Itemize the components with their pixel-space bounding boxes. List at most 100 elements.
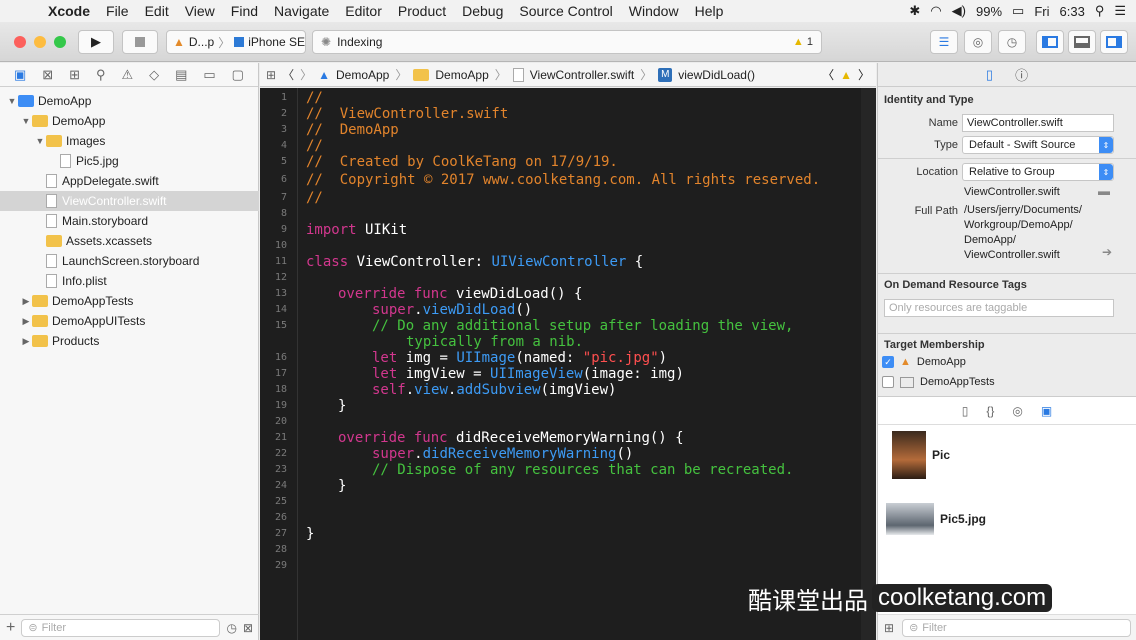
close-window-button[interactable] xyxy=(14,36,26,48)
symbol-tab-icon[interactable]: ⊞ xyxy=(69,67,80,83)
menu-view[interactable]: View xyxy=(177,3,223,19)
issue-warning-icon[interactable]: ▲ xyxy=(840,68,852,82)
menu-window[interactable]: Window xyxy=(621,3,687,19)
menu-app[interactable]: Xcode xyxy=(40,3,98,19)
line-number: 13 xyxy=(274,288,287,299)
scheme-selector[interactable]: ▲ D...p 〉 iPhone SE xyxy=(166,30,306,54)
forward-button[interactable]: 〉 xyxy=(300,66,312,83)
clock-time[interactable]: 6:33 xyxy=(1060,4,1085,19)
find-tab-icon[interactable]: ⚲ xyxy=(96,67,106,83)
tree-item[interactable]: ▶ Products xyxy=(0,331,259,351)
menu-navigate[interactable]: Navigate xyxy=(266,3,337,19)
related-items-icon[interactable]: ⊞ xyxy=(266,68,276,82)
menu-editor[interactable]: Editor xyxy=(337,3,390,19)
media-library-tab-icon[interactable]: ▣ xyxy=(1041,404,1052,418)
source-editor[interactable]: // // ViewController.swift // DemoApp //… xyxy=(298,88,861,640)
wifi-icon[interactable]: ◠ xyxy=(930,3,941,19)
navigator-filter-input[interactable]: ⊜ Filter xyxy=(21,618,221,637)
tree-item[interactable]: Main.storyboard xyxy=(0,211,259,231)
bluetooth-icon[interactable]: ✱ xyxy=(909,3,920,19)
source-control-tab-icon[interactable]: ⊠ xyxy=(42,67,53,83)
scm-filter-icon[interactable]: ⊠ xyxy=(243,621,253,635)
disclosure-closed-icon[interactable]: ▶ xyxy=(20,316,32,327)
previous-issue-icon[interactable]: 〈 xyxy=(822,66,834,83)
back-button[interactable]: 〈 xyxy=(282,66,294,83)
crumb-file[interactable]: ViewController.swift xyxy=(530,68,634,82)
checkbox-checked[interactable]: ✓ xyxy=(882,356,894,368)
report-tab-icon[interactable]: ▢ xyxy=(232,67,244,83)
toggle-debug-area-button[interactable] xyxy=(1068,30,1096,54)
tree-item[interactable]: ▼ Images xyxy=(0,131,259,151)
disclosure-open-icon[interactable]: ▼ xyxy=(6,96,18,106)
file-template-tab-icon[interactable]: ▯ xyxy=(962,404,969,418)
next-issue-icon[interactable]: 〉 xyxy=(858,66,876,83)
folder-tab-icon[interactable]: ▣ xyxy=(14,67,26,83)
crumb-project[interactable]: DemoApp xyxy=(336,68,389,82)
code-snippet-tab-icon[interactable]: {} xyxy=(986,404,994,418)
reveal-in-finder-icon[interactable]: ➔ xyxy=(1102,245,1112,259)
zoom-window-button[interactable] xyxy=(54,36,66,48)
spotlight-search-icon[interactable]: ⚲ xyxy=(1095,3,1105,19)
disclosure-closed-icon[interactable]: ▶ xyxy=(20,336,32,347)
code-line: import UIKit xyxy=(306,222,408,238)
debug-tab-icon[interactable]: ▤ xyxy=(175,67,187,83)
crumb-method[interactable]: viewDidLoad() xyxy=(678,68,755,82)
clock-day[interactable]: Fri xyxy=(1034,4,1049,19)
tree-item[interactable]: ▶ DemoAppUITests xyxy=(0,311,259,331)
tree-item[interactable]: AppDelegate.swift xyxy=(0,171,259,191)
toggle-utilities-button[interactable] xyxy=(1100,30,1128,54)
location-popup[interactable]: Relative to Group ⇕ xyxy=(962,163,1114,181)
menu-file[interactable]: File xyxy=(98,3,137,19)
tree-item[interactable]: ▼ DemoApp xyxy=(0,91,259,111)
object-library-tab-icon[interactable]: ◎ xyxy=(1012,404,1022,418)
notification-center-icon[interactable]: ☰ xyxy=(1114,3,1126,19)
quick-help-tab-icon[interactable]: ⓘ xyxy=(1015,65,1028,84)
odr-tags-field[interactable]: Only resources are taggable xyxy=(884,299,1114,317)
disclosure-open-icon[interactable]: ▼ xyxy=(20,116,32,126)
breakpoint-tab-icon[interactable]: ▭ xyxy=(203,67,215,83)
add-file-icon[interactable]: + xyxy=(6,619,15,637)
file-inspector-tab-icon[interactable]: ▯ xyxy=(986,67,993,83)
library-filter-input[interactable]: ⊜ Filter xyxy=(902,618,1131,637)
library-item-pic5[interactable]: Pic5.jpg xyxy=(886,503,986,535)
crumb-group[interactable]: DemoApp xyxy=(435,68,488,82)
volume-icon[interactable]: ◀) xyxy=(952,3,966,19)
tree-item[interactable]: ▶ DemoAppTests xyxy=(0,291,259,311)
tree-item[interactable]: ▼ DemoApp xyxy=(0,111,259,131)
tree-item[interactable]: ViewController.swift xyxy=(0,191,259,211)
toggle-navigator-button[interactable] xyxy=(1036,30,1064,54)
recent-files-icon[interactable]: ◷ xyxy=(226,621,236,635)
grid-view-icon[interactable]: ⊞ xyxy=(884,621,894,635)
menu-product[interactable]: Product xyxy=(390,3,454,19)
disclosure-open-icon[interactable]: ▼ xyxy=(34,136,46,146)
library-item-pic[interactable]: Pic xyxy=(886,431,950,479)
target-row-tests[interactable]: DemoAppTests xyxy=(882,376,995,388)
tree-item[interactable]: LaunchScreen.storyboard xyxy=(0,251,259,271)
tree-item[interactable]: Assets.xcassets xyxy=(0,231,259,251)
menu-help[interactable]: Help xyxy=(687,3,732,19)
checkbox-unchecked[interactable] xyxy=(882,376,894,388)
assistant-editor-button[interactable]: ◎ xyxy=(964,30,992,54)
name-field[interactable]: ViewController.swift xyxy=(962,114,1114,132)
tree-item[interactable]: Info.plist xyxy=(0,271,259,291)
version-editor-button[interactable]: ◷ xyxy=(998,30,1026,54)
disclosure-closed-icon[interactable]: ▶ xyxy=(20,296,32,307)
menu-find[interactable]: Find xyxy=(223,3,266,19)
battery-percent[interactable]: 99% xyxy=(976,4,1002,19)
menu-debug[interactable]: Debug xyxy=(454,3,511,19)
stop-button[interactable] xyxy=(122,30,158,54)
run-button[interactable]: ▶ xyxy=(78,30,114,54)
type-popup[interactable]: Default - Swift Source ⇕ xyxy=(962,136,1114,154)
standard-editor-button[interactable]: ☰ xyxy=(930,30,958,54)
issue-tab-icon[interactable]: ⚠ xyxy=(122,67,134,83)
tree-item[interactable]: Pic5.jpg xyxy=(0,151,259,171)
menu-edit[interactable]: Edit xyxy=(137,3,177,19)
menu-source-control[interactable]: Source Control xyxy=(511,3,620,19)
test-tab-icon[interactable]: ◇ xyxy=(149,67,159,83)
editor-scrollbar[interactable] xyxy=(861,88,876,640)
warning-indicator[interactable]: ▲ 1 xyxy=(793,36,813,48)
minimize-window-button[interactable] xyxy=(34,36,46,48)
line-number: 22 xyxy=(274,448,287,459)
choose-folder-icon[interactable]: ▬ xyxy=(1098,184,1110,198)
target-row-demoapp[interactable]: ✓ ▲ DemoApp xyxy=(882,356,966,368)
